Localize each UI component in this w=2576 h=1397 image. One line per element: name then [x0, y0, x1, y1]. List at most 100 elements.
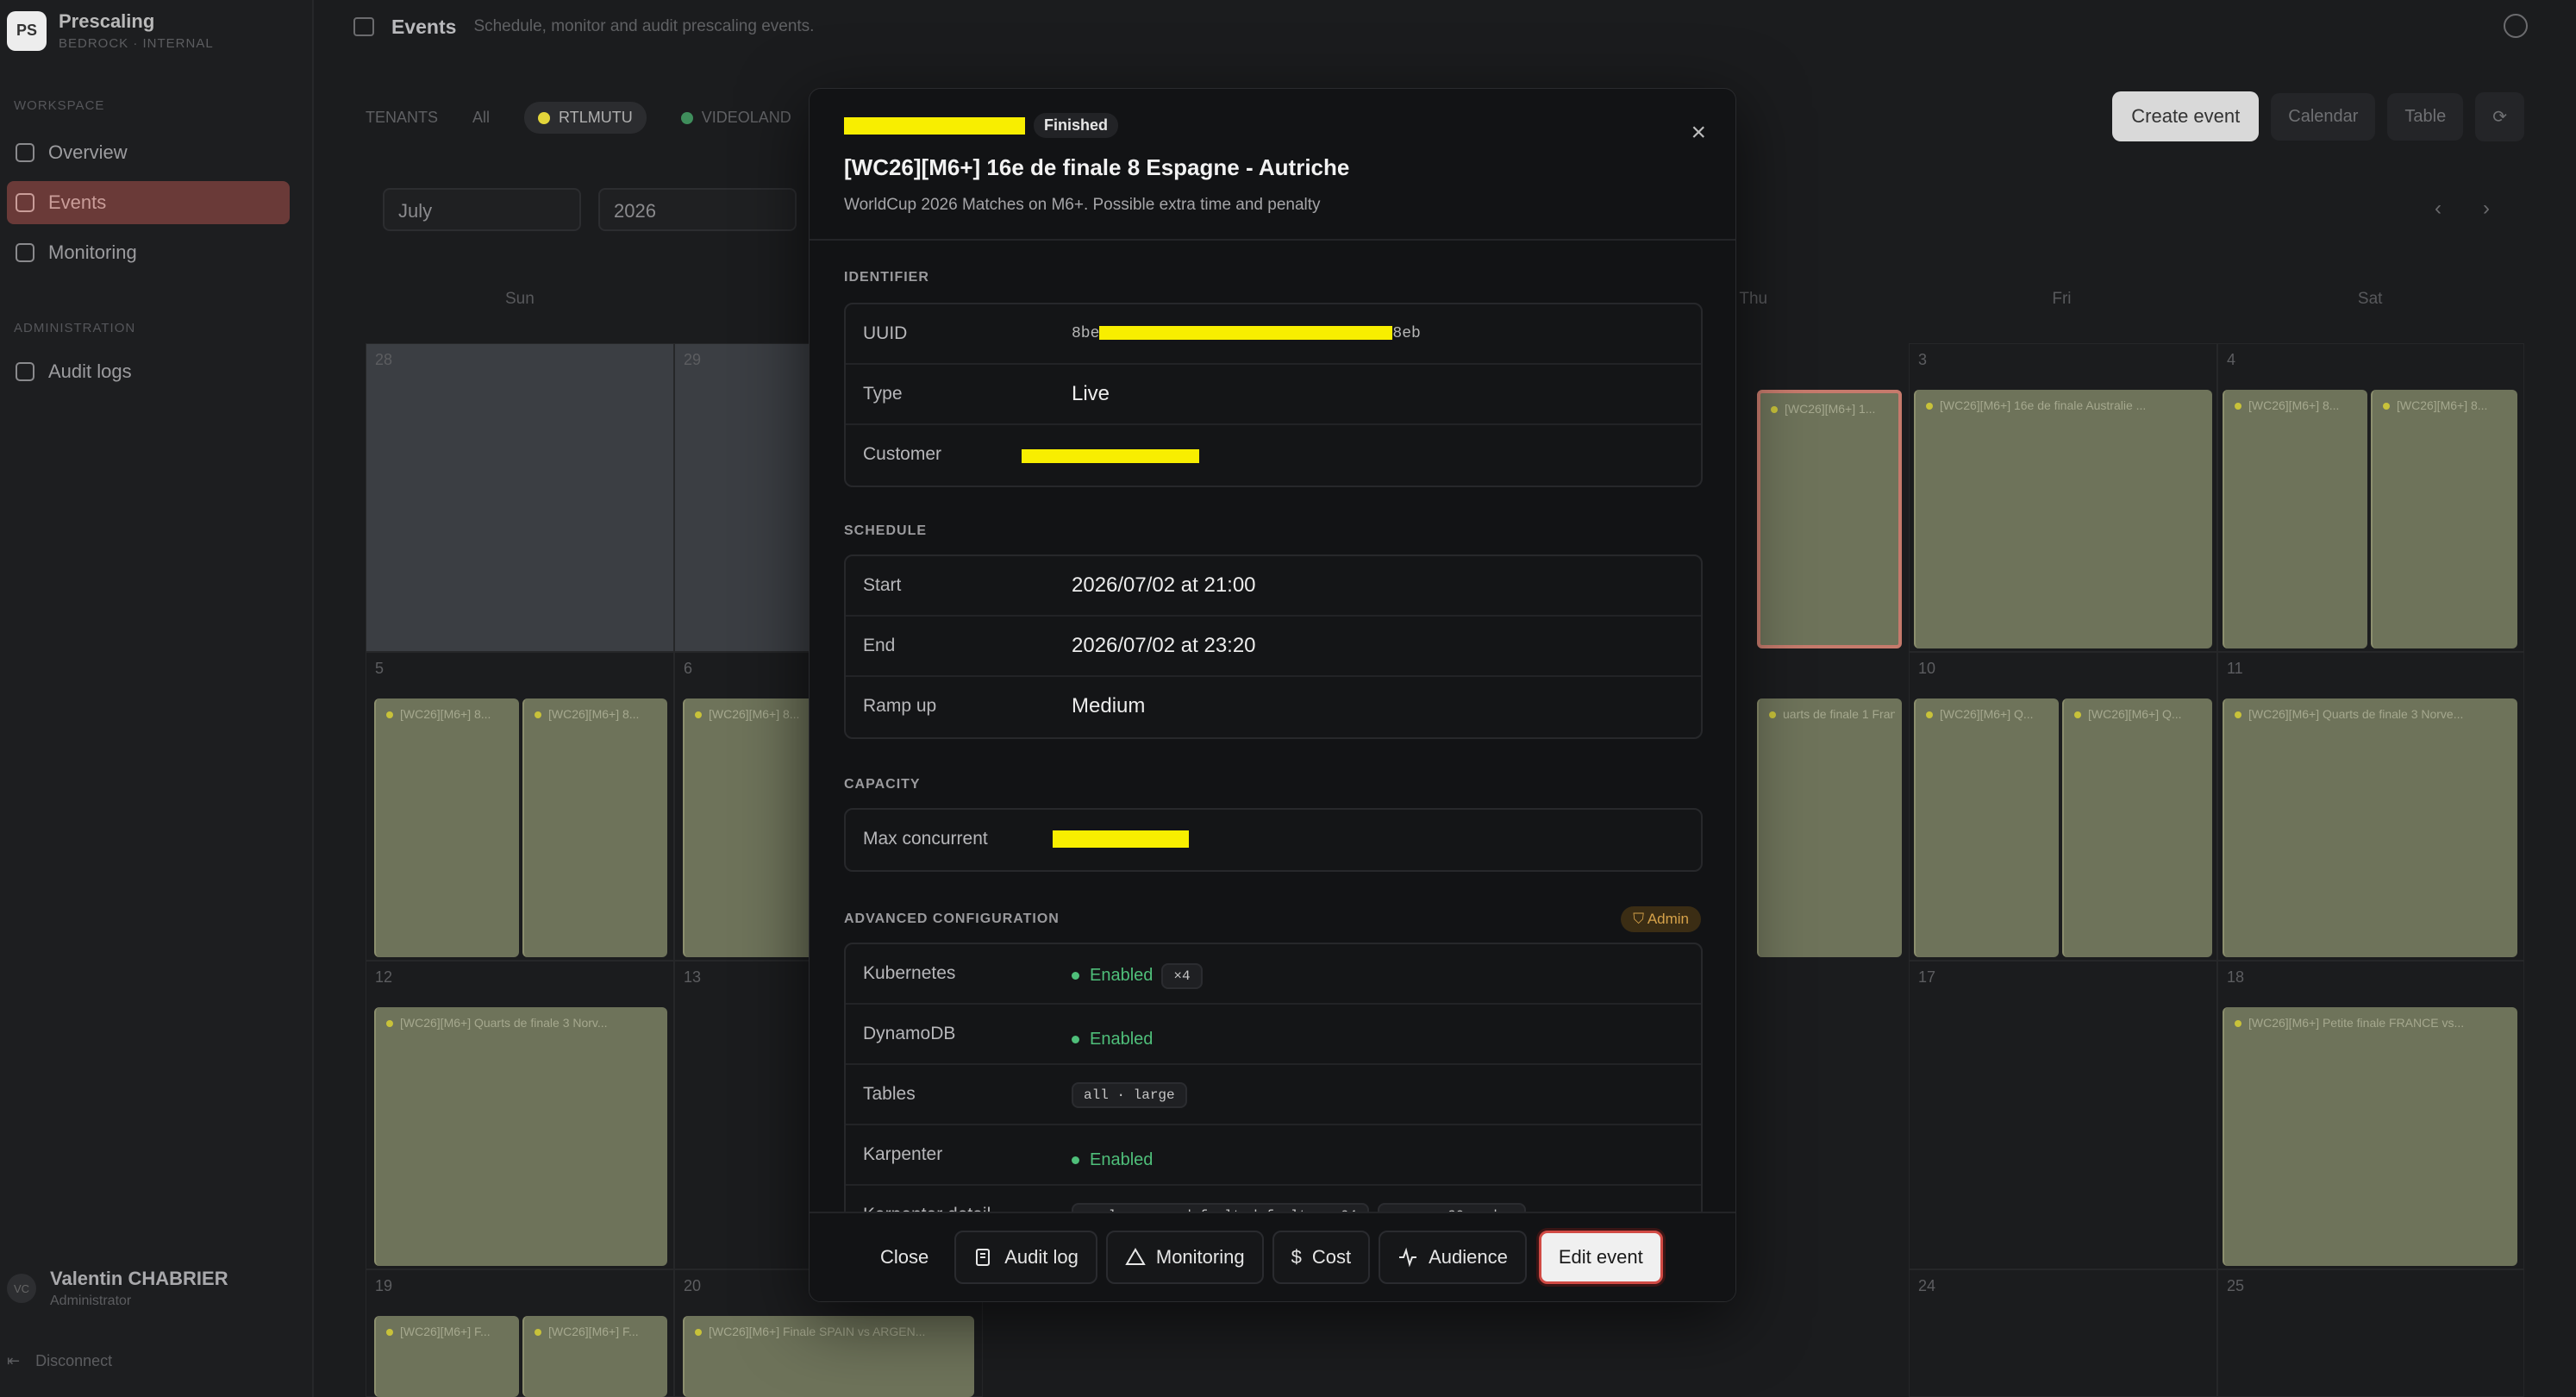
- calendar-event-selected[interactable]: [WC26][M6+] 1...: [1757, 390, 1902, 648]
- calendar-day[interactable]: 17: [1909, 961, 2217, 1269]
- sidebar-item-label: Overview: [48, 141, 128, 163]
- day-number: 3: [1918, 351, 1928, 368]
- calendar-event[interactable]: [WC26][M6+] Q...: [2062, 698, 2212, 957]
- year-select[interactable]: 2026: [598, 188, 797, 231]
- uuid-value[interactable]: 8be 8eb: [1072, 325, 1421, 342]
- chevron-right-icon[interactable]: ›: [2483, 197, 2490, 221]
- dynamodb-value: Enabled: [1072, 1025, 1153, 1049]
- karpenter-status: Enabled: [1090, 1150, 1154, 1169]
- alert-icon: [16, 243, 34, 262]
- cost-label: Cost: [1311, 1246, 1352, 1268]
- logout-icon: ⇤: [7, 1352, 21, 1369]
- max-concurrent-row: Max concurrent: [846, 810, 1701, 870]
- dynamodb-status: Enabled: [1090, 1030, 1154, 1049]
- calendar-event[interactable]: [WC26][M6+] 8...: [374, 698, 519, 957]
- calendar-event[interactable]: [WC26][M6+] Petite finale FRANCE vs...: [2223, 1007, 2517, 1266]
- monitoring-button[interactable]: Monitoring: [1105, 1231, 1264, 1284]
- audit-log-button[interactable]: Audit log: [954, 1231, 1097, 1284]
- table-view-button[interactable]: Table: [2387, 92, 2464, 141]
- calendar-event[interactable]: [WC26][M6+] 8...: [522, 698, 667, 957]
- tenants-label: TENANTS: [366, 109, 439, 126]
- admin-section-label: ADMINISTRATION: [14, 321, 136, 335]
- audience-label: Audience: [1429, 1246, 1508, 1268]
- log-icon: [16, 362, 34, 381]
- section-label-capacity: CAPACITY: [844, 777, 921, 792]
- create-event-button[interactable]: Create event: [2112, 91, 2260, 141]
- event-title: [WC26][M6+] Quarts de finale 3 Norve...: [2235, 707, 2510, 721]
- end-row: End 2026/07/02 at 23:20: [846, 617, 1701, 677]
- cost-button[interactable]: $ Cost: [1272, 1231, 1371, 1284]
- calendar-event[interactable]: [WC26][M6+] F...: [522, 1316, 667, 1397]
- app-logo: PS: [7, 10, 47, 51]
- modal-subtitle: WorldCup 2026 Matches on M6+. Possible e…: [844, 196, 1321, 214]
- calendar-event[interactable]: [WC26][M6+] Q...: [1914, 698, 2059, 957]
- ramp-up-row: Ramp up Medium: [846, 677, 1701, 737]
- calendar-day[interactable]: 28: [366, 343, 674, 652]
- event-title: uarts de finale 1 Franc...: [1769, 707, 1895, 721]
- sidebar-item-overview[interactable]: Overview: [7, 131, 290, 174]
- audience-button[interactable]: Audience: [1379, 1231, 1527, 1284]
- dynamodb-row: DynamoDB Enabled: [846, 1005, 1701, 1065]
- edit-event-button[interactable]: Edit event: [1538, 1231, 1663, 1284]
- day-number: 24: [1918, 1277, 1936, 1294]
- calendar-day[interactable]: 25: [2217, 1269, 2524, 1397]
- event-title: [WC26][M6+] Petite finale FRANCE vs...: [2235, 1016, 2510, 1030]
- day-number: 6: [684, 660, 693, 677]
- kubernetes-status: Enabled: [1090, 966, 1154, 985]
- calendar-event[interactable]: [WC26][M6+] 8...: [683, 698, 828, 957]
- calendar-view-button[interactable]: Calendar: [2271, 92, 2376, 141]
- tables-row: Tables all · large: [846, 1065, 1701, 1125]
- kubernetes-label: Kubernetes: [863, 963, 956, 983]
- chevron-left-icon[interactable]: ‹: [2435, 197, 2442, 221]
- monitoring-label: Monitoring: [1155, 1246, 1245, 1268]
- day-number: 28: [375, 351, 393, 368]
- calendar-event[interactable]: uarts de finale 1 Franc...: [1757, 698, 1902, 957]
- close-button[interactable]: Close: [863, 1231, 946, 1284]
- kubernetes-value: Enabled ×4: [1072, 962, 1203, 989]
- end-label: End: [863, 636, 896, 655]
- section-label-identifier: IDENTIFIER: [844, 270, 929, 285]
- weekday-label: Sun: [504, 290, 535, 308]
- uuid-start: 8be: [1072, 325, 1100, 342]
- calendar-day[interactable]: 24: [1909, 1269, 2217, 1397]
- avatar: VC: [7, 1274, 36, 1303]
- section-label-schedule: SCHEDULE: [844, 523, 928, 538]
- customer-row: Customer: [846, 425, 1701, 486]
- tenant-color-dot: [680, 111, 693, 124]
- disconnect-button[interactable]: ⇤ Disconnect: [7, 1352, 112, 1370]
- theme-toggle-icon[interactable]: [2504, 14, 2528, 38]
- admin-badge-label: Admin: [1647, 911, 1689, 927]
- sidebar-item-audit-logs[interactable]: Audit logs: [7, 350, 290, 393]
- event-title: [WC26][M6+] Q...: [1926, 707, 2052, 721]
- admin-badge: ⛉ Admin: [1621, 906, 1701, 932]
- modal-title: [WC26][M6+] 16e de finale 8 Espagne - Au…: [844, 154, 1350, 180]
- calendar-event[interactable]: [WC26][M6+] 8...: [2223, 390, 2367, 648]
- tenant-chip-rtlmutu[interactable]: RTLMUTU: [524, 102, 647, 134]
- calendar-event[interactable]: [WC26][M6+] 16e de finale Australie ...: [1914, 390, 2212, 648]
- calendar-event[interactable]: [WC26][M6+] Finale SPAIN vs ARGEN...: [683, 1316, 974, 1397]
- date-filters: July 2026: [383, 188, 797, 231]
- close-icon[interactable]: ×: [1691, 120, 1706, 146]
- sidebar-toggle-icon[interactable]: [353, 17, 374, 36]
- tenant-chip-all[interactable]: All: [459, 102, 503, 134]
- calendar-event[interactable]: [WC26][M6+] Quarts de finale 3 Norv...: [374, 1007, 667, 1266]
- sidebar-item-events[interactable]: Events: [7, 181, 290, 224]
- status-dot-icon: [1072, 1036, 1079, 1043]
- month-select[interactable]: July: [383, 188, 581, 231]
- event-title: [WC26][M6+] F...: [386, 1325, 512, 1338]
- user-profile[interactable]: VC Valentin CHABRIER Administrator: [7, 1268, 228, 1309]
- tenant-chip-videoland[interactable]: VIDEOLAND: [667, 102, 805, 134]
- day-number: 5: [375, 660, 385, 677]
- sidebar-item-label: Events: [48, 191, 107, 213]
- day-number: 13: [684, 968, 702, 986]
- calendar-event[interactable]: [WC26][M6+] Quarts de finale 3 Norve...: [2223, 698, 2517, 957]
- log-icon: [976, 1249, 991, 1266]
- event-title: [WC26][M6+] Finale SPAIN vs ARGEN...: [695, 1325, 967, 1338]
- event-title: [WC26][M6+] F...: [535, 1325, 660, 1338]
- customer-label: Customer: [863, 444, 942, 464]
- calendar-event[interactable]: [WC26][M6+] 8...: [2371, 390, 2517, 648]
- sidebar-item-monitoring[interactable]: Monitoring: [7, 231, 290, 274]
- refresh-icon[interactable]: ⟳: [2475, 91, 2524, 141]
- disconnect-label: Disconnect: [35, 1352, 113, 1369]
- calendar-event[interactable]: [WC26][M6+] F...: [374, 1316, 519, 1397]
